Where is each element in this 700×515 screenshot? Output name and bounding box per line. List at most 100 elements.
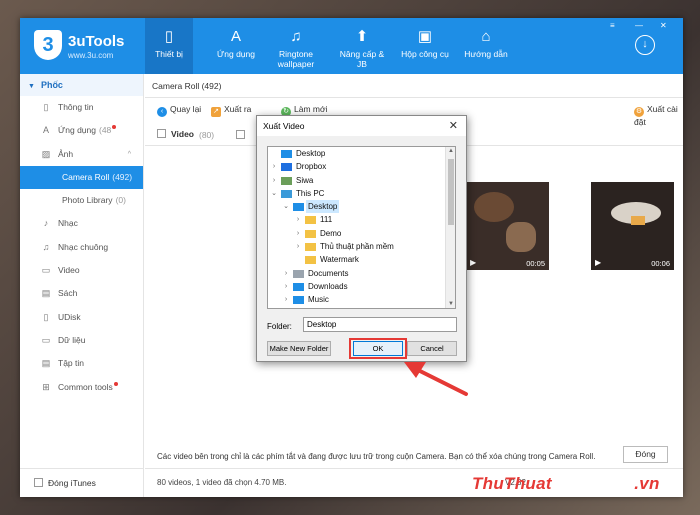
thumb-detail: [631, 216, 645, 225]
menu-icon[interactable]: ≡: [610, 21, 615, 30]
tree-item-label: Desktop: [306, 200, 340, 214]
chevron-right-icon[interactable]: ›: [270, 174, 278, 187]
sidebar-item-label: Nhạc: [58, 218, 78, 229]
file-icon: ▤: [41, 358, 51, 369]
make-new-folder-button[interactable]: Make New Folder: [267, 341, 331, 356]
chevron-right-icon[interactable]: ›: [294, 240, 302, 253]
sidebar-item-camera-roll[interactable]: Camera Roll (492): [20, 165, 143, 190]
cancel-button[interactable]: Cancel: [407, 341, 457, 356]
back-button[interactable]: ‹ Quay lại: [157, 104, 201, 117]
tree-item[interactable]: Watermark: [268, 253, 455, 266]
sidebar-item-udisk[interactable]: ▯ UDisk: [20, 306, 143, 329]
tree-item[interactable]: › 111: [268, 213, 455, 226]
tools-icon: ⊞: [42, 381, 50, 392]
nav-item-tutorial[interactable]: ⌂ Hướng dẫn: [460, 18, 512, 74]
scroll-down-icon[interactable]: ▼: [446, 301, 455, 307]
tree-item[interactable]: › Dropbox: [268, 160, 455, 173]
chevron-down-icon[interactable]: ⌄: [270, 187, 278, 200]
folder-input[interactable]: Desktop: [303, 317, 457, 332]
app-url: www.3u.com: [68, 51, 114, 60]
chevron-right-icon[interactable]: ›: [282, 280, 290, 293]
tree-item-label: Desktop: [296, 149, 326, 158]
sidebar-item-label: Common tools: [58, 381, 113, 392]
tree-item[interactable]: › Documents: [268, 267, 455, 280]
filter-checkbox-2[interactable]: [236, 130, 245, 139]
nav-item-ringtone[interactable]: ♫ Ringtone wallpaper: [270, 18, 322, 74]
export-icon: ↗: [211, 107, 221, 117]
tree-item[interactable]: › Downloads: [268, 280, 455, 293]
tree-item[interactable]: ⌄ This PC: [268, 187, 455, 200]
chevron-right-icon[interactable]: ›: [282, 267, 290, 280]
tree-item[interactable]: › Siwa: [268, 174, 455, 187]
nav-item-toolbox[interactable]: ▣ Hộp công cụ: [397, 18, 453, 74]
logo-icon: 3: [34, 30, 62, 60]
device-name: Phốc: [40, 80, 63, 90]
nav-item-phone[interactable]: ▯ Thiết bị: [145, 18, 193, 74]
sidebar-item-label: Nhạc chuông: [58, 241, 109, 252]
scroll-thumb[interactable]: [448, 159, 454, 225]
sidebar-item-ảnh[interactable]: ▨ Ảnh ^: [20, 143, 143, 166]
tree-item[interactable]: Desktop: [268, 147, 455, 160]
sidebar-item-photo-library[interactable]: Photo Library (0): [20, 189, 143, 212]
chevron-up-icon[interactable]: ^: [128, 143, 131, 166]
nav-label: Hướng dẫn: [464, 49, 508, 59]
close-window-icon[interactable]: ✕: [660, 21, 667, 30]
close-icon[interactable]: ✕: [449, 116, 458, 136]
sidebar-item-dữ-liệu[interactable]: ▭ Dữ liệu: [20, 329, 143, 352]
chevron-right-icon[interactable]: ›: [294, 213, 302, 226]
tree-item[interactable]: › Thủ thuật phần mềm: [268, 240, 455, 253]
sidebar-item-label: Ảnh: [58, 148, 74, 159]
tree-item[interactable]: ⌄ Desktop: [268, 200, 455, 214]
sidebar-item-video[interactable]: ▭ Video: [20, 259, 143, 282]
tree-item-label: Dropbox: [296, 162, 327, 172]
folder-icon: [305, 229, 316, 238]
tree-item-label: Music: [308, 295, 329, 305]
device-header[interactable]: ▼ Phốc: [20, 74, 143, 96]
sidebar-item-count: (492): [112, 171, 133, 182]
nav-label-line2: wallpaper: [277, 59, 315, 69]
export-button[interactable]: ↗ Xuất ra: [211, 104, 251, 117]
sidebar-item-common-tools[interactable]: ⊞ Common tools: [20, 376, 143, 399]
sidebar-item-nhạc[interactable]: ♪ Nhạc: [20, 212, 143, 235]
tab-camera-roll[interactable]: Camera Roll (492): [145, 74, 683, 98]
tree-item[interactable]: › Music: [268, 293, 455, 306]
video-thumbnail[interactable]: ▶ 00:06: [591, 182, 674, 270]
sidebar-item-thông-tin[interactable]: ▯ Thông tin: [20, 96, 143, 119]
video-checkbox[interactable]: [157, 129, 166, 138]
sidebar-item-count: (0): [115, 195, 126, 206]
tab-label: Camera Roll (492): [152, 81, 222, 91]
nav-item-app-store[interactable]: A Ứng dụng: [208, 18, 264, 74]
chevron-right-icon[interactable]: ›: [294, 227, 302, 240]
tree-item[interactable]: › Demo: [268, 227, 455, 240]
video-icon: ▭: [41, 265, 51, 276]
close-button[interactable]: Đóng: [623, 446, 668, 463]
ringtone-icon: ♫: [42, 241, 50, 252]
chevron-down-icon[interactable]: ⌄: [282, 200, 290, 213]
minimize-icon[interactable]: —: [635, 21, 643, 30]
tree-scrollbar[interactable]: ▲ ▼: [445, 147, 455, 308]
nav-item-upgrade[interactable]: ⬆ Nâng cấp & JB: [336, 18, 388, 74]
scroll-up-icon[interactable]: ▲: [446, 148, 455, 154]
pc-icon: [281, 189, 292, 198]
chevron-right-icon[interactable]: ›: [270, 160, 278, 173]
export-label: Xuất ra: [224, 104, 252, 114]
sidebar-item-nhạc-chuông[interactable]: ♫ Nhạc chuông: [20, 236, 143, 259]
video-thumbnail[interactable]: ▶ 00:05: [466, 182, 549, 270]
close-itunes-option[interactable]: Đóng iTunes: [20, 468, 144, 497]
notification-dot: [112, 125, 117, 130]
chevron-right-icon[interactable]: ›: [282, 293, 290, 306]
folder-icon: [305, 243, 316, 252]
dialog-title-bar: Xuất Video ✕: [257, 116, 466, 136]
gear-icon: ⚙: [634, 107, 644, 117]
video-filter[interactable]: Video: [157, 129, 194, 139]
sidebar-item-sách[interactable]: ▤ Sách: [20, 282, 143, 305]
video-camera-icon: ▶: [470, 258, 477, 267]
sidebar-item-count: (48: [98, 125, 112, 136]
nav-label: Nâng cấp &: [339, 49, 385, 59]
sidebar-item-tập-tin[interactable]: ▤ Tập tin: [20, 352, 143, 375]
download-icon[interactable]: ↓: [635, 35, 655, 55]
top-navigation: 3 3uTools www.3u.com ▯ Thiết bị A Ứng dụng ♫…: [20, 18, 683, 74]
sidebar-item-ứng-dụng[interactable]: A Ứng dụng (48: [20, 119, 143, 142]
watermark-part3: .vn: [634, 474, 660, 493]
close-itunes-checkbox[interactable]: [34, 478, 43, 487]
